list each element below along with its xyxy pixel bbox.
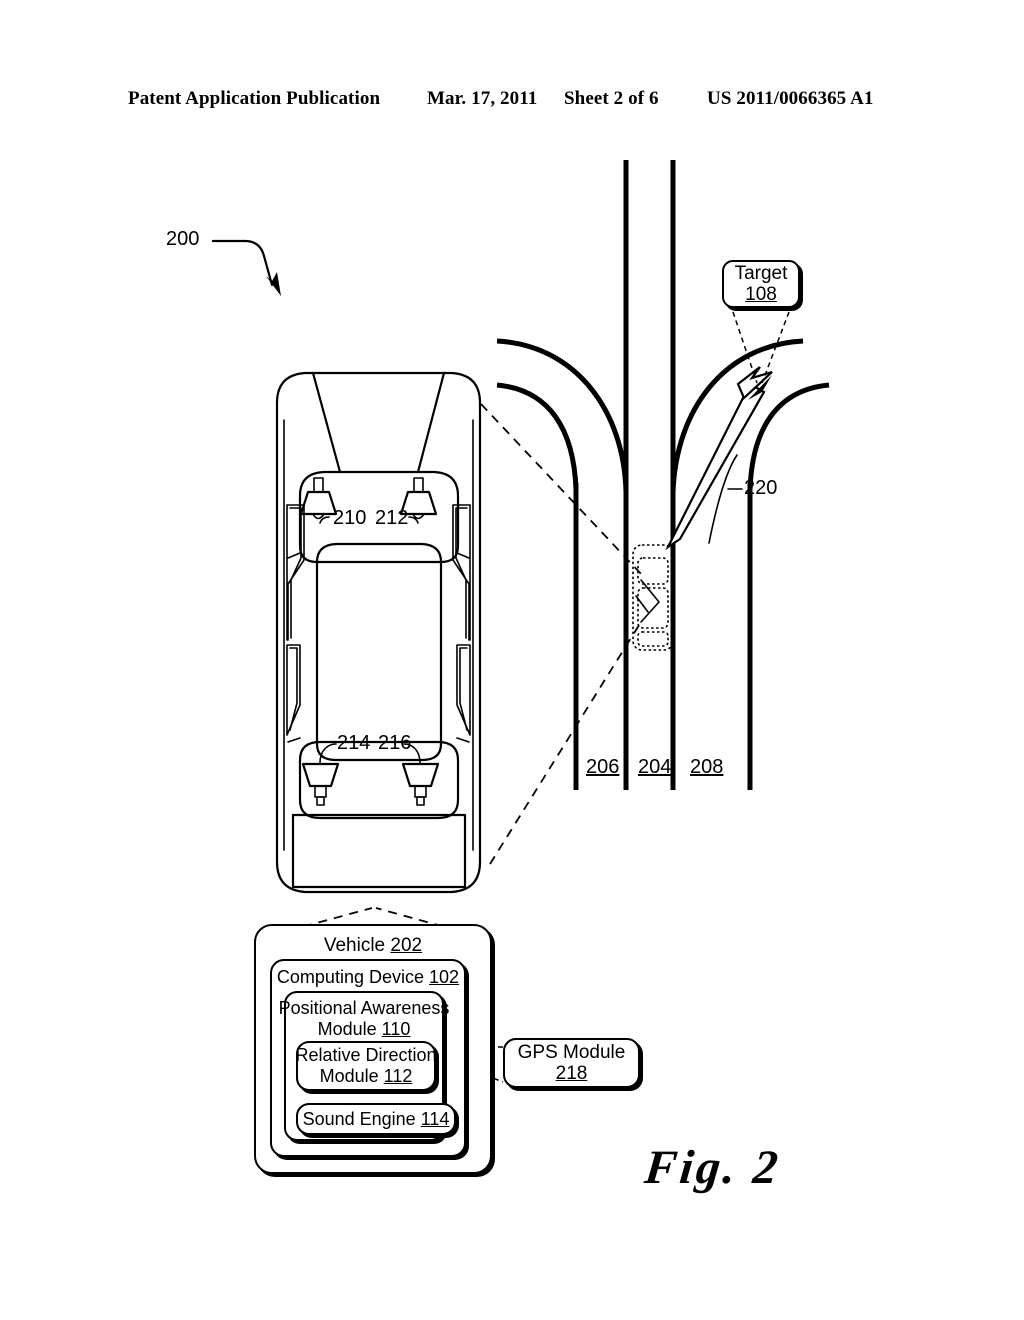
relative-direction-module-block: Relative Direction Module 112	[295, 1041, 437, 1091]
vehicle-door-rear-right	[456, 644, 471, 736]
speaker-front-left-210	[299, 477, 338, 520]
reference-numeral-212: 212	[375, 507, 409, 529]
vehicle-block-label: Vehicle	[323, 935, 386, 956]
patent-figure-2: .ln { fill:none; stroke:#000; stroke-wid…	[0, 0, 1024, 1320]
relative-direction-line1: Relative Direction	[295, 1045, 437, 1066]
gps-module-box: GPS Module 218	[503, 1038, 640, 1088]
sound-engine-label: Sound Engine	[302, 1108, 416, 1129]
reference-numeral-204: 204	[638, 756, 672, 778]
vehicle-block-number: 202	[390, 935, 423, 956]
speaker-rear-left-214	[301, 762, 340, 806]
vehicle-hood-left	[311, 371, 342, 474]
vehicle-door-rear-left	[286, 644, 301, 736]
figure-drawing: .ln { fill:none; stroke:#000; stroke-wid…	[211, 160, 830, 1083]
vehicle-top-view	[275, 371, 482, 894]
route-arrow-220	[665, 366, 773, 551]
computing-device-number: 102	[429, 967, 460, 987]
reference-numeral-216: 216	[378, 732, 412, 754]
reference-numeral-206: 206	[586, 756, 620, 778]
road-curve-left-inner	[496, 382, 579, 491]
sound-engine-title: Sound Engine 114	[303, 1109, 450, 1130]
computing-device-block: Computing Device 102 Positional Awarenes…	[270, 959, 466, 1157]
road-curve-right-inner	[747, 382, 830, 491]
figure-reference-leader	[211, 239, 281, 296]
reference-numeral-214: 214	[337, 732, 371, 754]
positional-awareness-line2: Module 110	[318, 1019, 411, 1040]
positional-awareness-line1: Positional Awareness	[278, 998, 450, 1018]
road-curve-left-outer	[496, 338, 629, 493]
relative-direction-number: 112	[383, 1066, 413, 1086]
reference-numeral-208: 208	[690, 756, 724, 778]
gps-module-label: GPS Module	[517, 1041, 626, 1063]
magnification-callout-lines	[480, 403, 644, 865]
positional-awareness-module-word: Module	[317, 1018, 377, 1039]
reference-numeral-220: 220	[744, 477, 778, 499]
positional-awareness-number: 110	[381, 1018, 411, 1039]
positional-awareness-module-block: Positional Awareness Module 110 Relative…	[279, 991, 456, 1141]
computing-device-label: Computing Device	[276, 967, 424, 987]
vehicle-trunk	[291, 813, 467, 889]
vehicle-roof-panel	[315, 542, 443, 762]
reference-numeral-210: 210	[333, 507, 367, 529]
small-vehicle-on-road	[632, 544, 674, 651]
vehicle-hood-right	[416, 371, 446, 474]
target-number: 108	[745, 284, 777, 305]
relative-direction-line2: Module 112	[320, 1066, 413, 1087]
gps-module-number: 218	[555, 1063, 588, 1084]
target-label: Target	[734, 262, 788, 284]
target-callout-box: Target 108	[722, 260, 800, 308]
computing-device-title: Computing Device 102	[277, 967, 459, 987]
reference-numeral-200: 200	[166, 228, 200, 250]
vehicle-block-title: Vehicle 202	[324, 935, 422, 956]
sound-engine-block: Sound Engine 114	[296, 1103, 456, 1135]
vehicle-block: Vehicle 202 Computing Device 102 Positio…	[254, 924, 492, 1174]
relative-direction-module-word: Module	[319, 1066, 379, 1086]
figure-caption: Fig. 2	[642, 1141, 784, 1194]
sound-engine-number: 114	[420, 1108, 450, 1129]
speaker-rear-right-216	[401, 762, 440, 806]
